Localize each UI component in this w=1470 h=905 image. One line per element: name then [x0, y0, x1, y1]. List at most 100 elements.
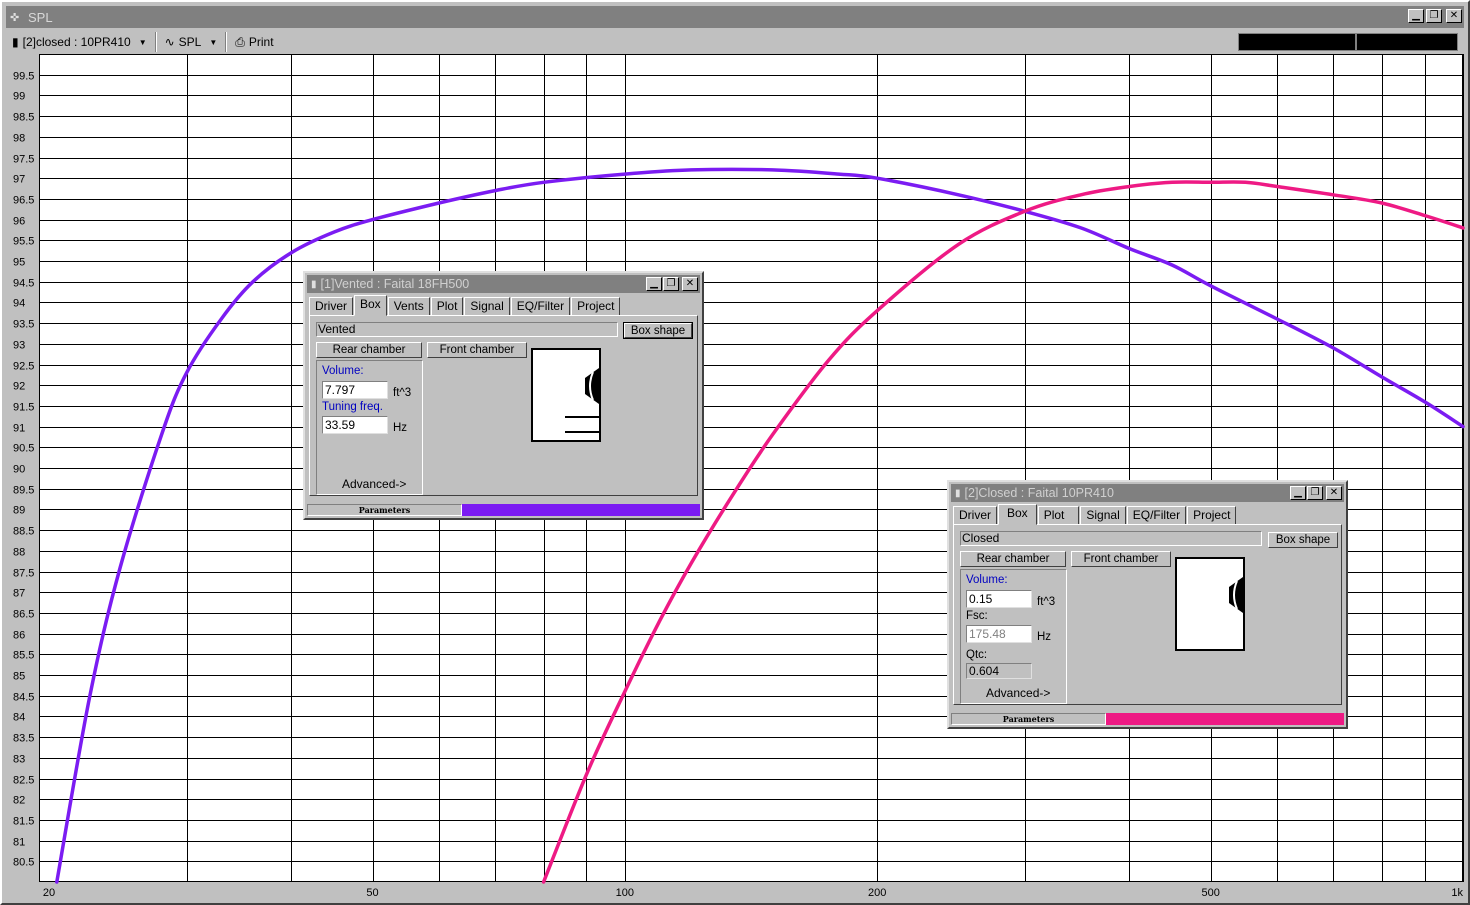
vented-statusbar: Parameters — [307, 504, 700, 516]
maximize-button[interactable]: ❐ — [1307, 486, 1323, 500]
project-select[interactable]: ▮ [2]closed : 10PR410 ▼ — [6, 32, 153, 52]
toolbar-separator — [225, 32, 228, 52]
y-tick-label: 93 — [13, 340, 25, 352]
vented-box-window: ▮ [1]Vented : Faital 18FH500 ▁ ❐ ✕ Drive… — [303, 271, 704, 520]
box-parameters-group: Volume: ft^3 Fsc: Hz Qtc: Advanced-> — [960, 569, 1067, 704]
tab-driver[interactable]: Driver — [309, 297, 353, 315]
close-button[interactable]: ✕ — [1326, 486, 1342, 500]
tab-project[interactable]: Project — [571, 297, 621, 315]
tuning-freq-input[interactable] — [322, 416, 388, 434]
tab-box[interactable]: Box — [998, 504, 1037, 525]
y-tick-label: 82 — [13, 795, 25, 807]
advanced-button[interactable]: Advanced-> — [986, 686, 1050, 700]
tab-plot[interactable]: Plot — [1037, 506, 1080, 524]
front-chamber-button[interactable]: Front chamber — [1071, 551, 1171, 567]
y-tick-label: 99 — [13, 91, 25, 103]
y-tick-label: 91.5 — [13, 402, 34, 414]
tab-box[interactable]: Box — [354, 295, 387, 316]
closed-box-diagram — [1175, 557, 1245, 651]
y-tick-label: 83.5 — [13, 733, 34, 745]
close-button[interactable]: ✕ — [1446, 9, 1462, 23]
y-tick-label: 91 — [13, 423, 25, 435]
volume-label: Volume: — [966, 574, 1008, 586]
print-button[interactable]: ⎙ Print — [229, 32, 279, 52]
closed-tabs: Driver Box Plot Signal EQ/Filter Project — [953, 504, 1237, 525]
fsc-unit: Hz — [1037, 631, 1052, 643]
vented-color-swatch — [462, 504, 700, 516]
chevron-down-icon: ▼ — [209, 37, 218, 47]
tuning-freq-label: Tuning freq. — [322, 401, 383, 413]
tab-signal[interactable]: Signal — [464, 297, 510, 315]
vented-tabs: Driver Box Vents Plot Signal EQ/Filter P… — [309, 295, 621, 316]
x-tick-label: 20 — [43, 887, 55, 899]
x-tick-label: 50 — [366, 887, 378, 899]
y-tick-label: 95 — [13, 257, 25, 269]
vented-box-diagram — [531, 348, 601, 442]
qtc-label: Qtc: — [966, 649, 988, 661]
box-diagram-graphic — [565, 368, 599, 433]
minimize-button[interactable]: ▁ — [1408, 9, 1424, 23]
maximize-button[interactable]: ❐ — [663, 277, 679, 291]
spl-plot[interactable]: 80.5 81 81.5 82 82.5 83 83.5 84 84.5 85 85.5 86 86.5… — [8, 54, 1466, 900]
tab-plot[interactable]: Plot — [430, 297, 464, 315]
spl-chart: 80.5 81 81.5 82 82.5 83 83.5 84 84.5 85 85.5 86 86.5… — [13, 54, 1465, 899]
advanced-button[interactable]: Advanced-> — [342, 477, 406, 491]
minimize-button[interactable]: ▁ — [1290, 486, 1306, 500]
y-tick-label: 81.5 — [13, 816, 34, 828]
plot-select[interactable]: ∿ SPL ▼ — [159, 32, 224, 52]
tab-project[interactable]: Project — [1187, 506, 1237, 524]
maximize-button[interactable]: ❐ — [1426, 9, 1442, 23]
fsc-label: Fsc: — [966, 610, 988, 622]
window-title: SPL — [28, 9, 53, 25]
x-tick-label: 500 — [1202, 887, 1220, 899]
y-tick-label: 90 — [13, 464, 25, 476]
y-tick-label: 87.5 — [13, 568, 34, 580]
y-tick-label: 86 — [13, 630, 25, 642]
fsc-input — [966, 625, 1032, 643]
tab-eq-filter[interactable]: EQ/Filter — [1126, 506, 1187, 524]
tab-signal[interactable]: Signal — [1080, 506, 1126, 524]
closed-window-title: [2]Closed : Faital 10PR410 — [964, 486, 1114, 500]
volume-input[interactable] — [322, 381, 388, 399]
qtc-input — [966, 663, 1032, 679]
y-tick-label: 85 — [13, 671, 25, 683]
box-type-field[interactable]: Vented — [316, 322, 618, 337]
box-type-field[interactable]: Closed — [960, 531, 1262, 546]
y-tick-label: 94 — [13, 298, 25, 310]
speaker-icon: ▮ — [955, 487, 961, 499]
window-controls: ▁ ❐ ✕ — [1290, 486, 1342, 500]
y-tick-label: 83 — [13, 754, 25, 766]
y-tick-label: 81 — [13, 837, 25, 849]
y-tick-label: 95.5 — [13, 236, 34, 248]
x-tick-label: 100 — [616, 887, 634, 899]
rear-chamber-button[interactable]: Rear chamber — [316, 342, 422, 358]
y-tick-label: 84 — [13, 712, 25, 724]
close-button[interactable]: ✕ — [682, 277, 698, 291]
box-shape-button[interactable]: Box shape — [623, 322, 693, 339]
spl-titlebar[interactable]: ✜ SPL ▁ ❐ ✕ — [6, 6, 1464, 28]
box-shape-button[interactable]: Box shape — [1268, 532, 1338, 548]
tab-eq-filter[interactable]: EQ/Filter — [510, 297, 571, 315]
tab-vents[interactable]: Vents — [387, 297, 430, 315]
volume-unit: ft^3 — [393, 387, 412, 399]
toolbar-separator — [154, 32, 157, 52]
box-parameters-group: Volume: ft^3 Tuning freq. Hz Advanced-> — [316, 360, 423, 495]
tab-driver[interactable]: Driver — [953, 506, 997, 524]
closed-statusbar: Parameters — [951, 713, 1344, 725]
y-tick-label: 82.5 — [13, 775, 34, 787]
parameters-label: Parameters — [951, 713, 1106, 725]
y-tick-label: 92 — [13, 381, 25, 393]
y-tick-label: 94.5 — [13, 278, 34, 290]
speaker-icon: ▮ — [12, 35, 19, 49]
volume-unit: ft^3 — [1037, 596, 1056, 608]
plot-select-value: SPL — [178, 35, 202, 49]
minimize-button[interactable]: ▁ — [646, 277, 662, 291]
closed-window-titlebar[interactable]: ▮ [2]Closed : Faital 10PR410 ▁ ❐ ✕ — [951, 484, 1344, 502]
volume-input[interactable] — [966, 590, 1032, 608]
rear-chamber-button[interactable]: Rear chamber — [960, 551, 1066, 567]
vented-window-titlebar[interactable]: ▮ [1]Vented : Faital 18FH500 ▁ ❐ ✕ — [307, 275, 700, 293]
x-tick-label: 200 — [868, 887, 886, 899]
box-tab-panel: Closed Box shape Rear chamber Front cham… — [953, 524, 1342, 705]
front-chamber-button[interactable]: Front chamber — [427, 342, 527, 358]
y-tick-label: 88.5 — [13, 526, 34, 538]
